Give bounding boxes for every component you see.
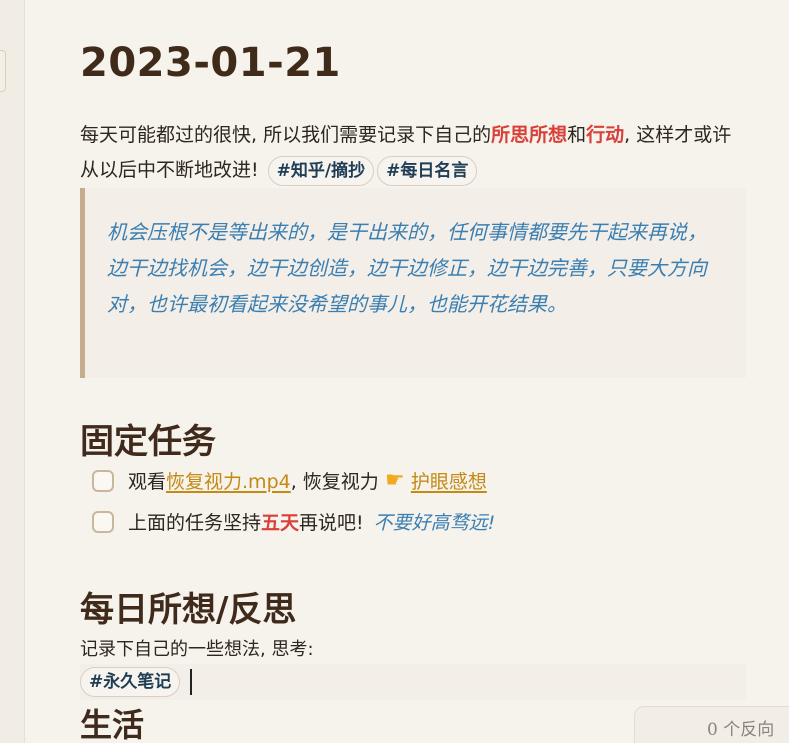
daily-note: 记录下自己的一些想法, 思考: <box>80 639 314 660</box>
task-checkbox-video[interactable] <box>92 469 114 492</box>
document-page: 2023-01-21 每天可能都过的很快, 所以我们需要记录下自己的所思所想和行… <box>0 0 789 743</box>
heading-fixed-tasks: 固定任务 <box>80 422 216 462</box>
intro-paragraph: 每天可能都过的很快, 所以我们需要记录下自己的所思所想和行动, 这样才或许从以后… <box>80 118 746 188</box>
pointing-hand-icon: ☛ <box>384 468 405 493</box>
editing-line[interactable]: #永久笔记 <box>80 664 746 700</box>
task-item-persist: 上面的任务坚持 五天 再说吧! 不要好高骛远! <box>92 508 495 535</box>
tag-daily-quote[interactable]: #每日名言 <box>377 155 478 186</box>
intro-prefix: 每天可能都过的很快, 所以我们需要记录下自己的 <box>80 124 492 146</box>
task-persist-italic: 不要好高骛远! <box>373 512 496 534</box>
left-gutter <box>0 0 25 743</box>
task-persist-highlight: 五天 <box>261 512 300 534</box>
highlight-action: 行动 <box>586 124 625 146</box>
text-cursor <box>190 669 193 695</box>
task-item-video: 观看 恢复视力.mp4 , 恢复视力 ☛ 护眼感想 <box>92 467 487 494</box>
blockquote: 机会压根不是等出来的，是干出来的，任何事情都要先干起来再说，边干边找机会，边干边… <box>80 188 746 378</box>
gutter-tab[interactable] <box>0 50 6 92</box>
task-persist-prefix: 上面的任务坚持 <box>128 512 262 534</box>
page-title: 2023-01-21 <box>80 40 341 86</box>
highlight-thoughts: 所思所想 <box>491 124 568 146</box>
heading-life: 生活 <box>80 706 145 743</box>
tag-permanent-note[interactable]: #永久笔记 <box>80 667 181 697</box>
quote-text: 机会压根不是等出来的，是干出来的，任何事情都要先干起来再说，边干边找机会，边干边… <box>107 220 707 316</box>
task-video-prefix: 观看 <box>128 471 167 493</box>
eye-care-link[interactable]: 护眼感想 <box>411 467 487 494</box>
task-checkbox-persist[interactable] <box>92 510 114 533</box>
video-link[interactable]: 恢复视力.mp4 <box>166 467 291 494</box>
backlinks-panel[interactable]: 0 个反向 <box>634 706 789 743</box>
intro-middle: 和 <box>567 124 587 146</box>
heading-daily-thoughts: 每日所想/反思 <box>80 590 297 630</box>
tag-zhihu-excerpt[interactable]: #知乎/摘抄 <box>267 155 375 186</box>
task-persist-middle: 再说吧! <box>299 512 364 534</box>
task-video-middle: , 恢复视力 <box>290 471 379 493</box>
